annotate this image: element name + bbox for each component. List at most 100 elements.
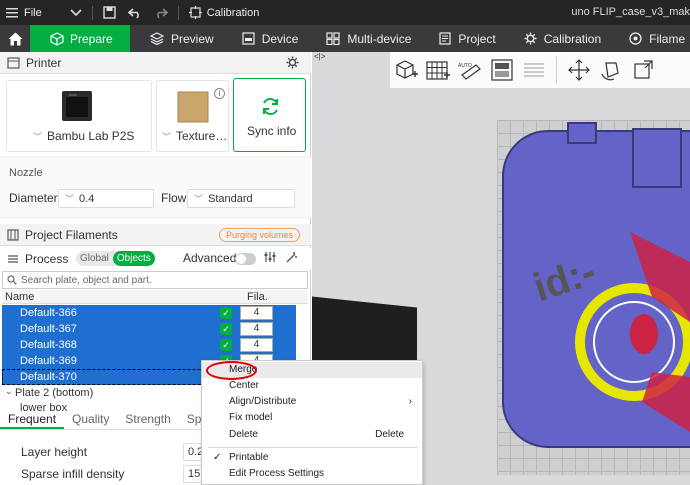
tab-calibration[interactable]: Calibration: [510, 25, 615, 52]
split-layers-button[interactable]: [520, 56, 548, 84]
table-row[interactable]: Default-368 ✓ 4: [2, 337, 296, 353]
tab-multi-device[interactable]: Multi-device: [312, 25, 425, 52]
table-row[interactable]: Default-367 ✓ 4: [2, 321, 296, 337]
sync-info-button[interactable]: Sync info: [233, 78, 306, 152]
tab-preview-label: Preview: [171, 31, 214, 46]
move-tool-button[interactable]: [565, 56, 593, 84]
check-icon[interactable]: ✓: [220, 323, 232, 335]
check-icon: ✓: [213, 452, 222, 463]
arrange-button[interactable]: [488, 56, 516, 84]
save-icon: [103, 6, 116, 19]
model-tab: [632, 128, 682, 188]
menu-item-label: Printable: [229, 452, 269, 463]
filament-select[interactable]: 4: [240, 322, 273, 336]
process-scope-toggle[interactable]: Global Objects: [76, 251, 155, 266]
chevron-down-icon: ﹀: [65, 194, 75, 204]
object-name: Default-366: [20, 307, 77, 319]
diameter-select[interactable]: ﹀ 0.4: [58, 189, 154, 208]
flow-select[interactable]: ﹀ Standard: [187, 189, 295, 208]
tab-multi-device-label: Multi-device: [347, 31, 412, 46]
file-menu[interactable]: File: [0, 0, 48, 25]
save-button[interactable]: [97, 0, 122, 25]
flow-value: Standard: [208, 192, 253, 205]
rotate-tool-button[interactable]: [597, 56, 625, 84]
advanced-toggle[interactable]: [235, 253, 256, 265]
chevron-down-icon: ﹀: [162, 132, 172, 142]
add-object-button[interactable]: [392, 56, 420, 84]
filament-select[interactable]: 4: [240, 338, 273, 352]
menu-item-label: Edit Process Settings: [229, 468, 325, 479]
calibration-button[interactable]: Calibration: [183, 0, 266, 25]
printer-card[interactable]: ﹀ Bambu Lab P2S: [6, 80, 152, 152]
object-table-header: Name Fila.: [2, 290, 308, 304]
plate-label: Plate 2 (bottom): [15, 387, 94, 399]
table-row[interactable]: Default-366 ✓ 4: [2, 305, 296, 321]
compare-icon[interactable]: [264, 251, 276, 263]
menu-item-center[interactable]: Center: [202, 378, 422, 394]
title-bar: File Calibration uno FLIP_case_v3_mak: [0, 0, 690, 25]
home-icon: [8, 32, 22, 45]
multi-device-icon: [326, 32, 340, 45]
add-cube-icon: [396, 60, 418, 79]
global-option[interactable]: Global: [76, 251, 113, 266]
purging-volumes-button[interactable]: Purging volumes: [219, 228, 301, 242]
plate-card[interactable]: i ﹀ Texture…: [156, 80, 229, 152]
sync-info-label: Sync info: [247, 124, 297, 138]
tab-preview[interactable]: Preview: [130, 25, 228, 52]
filament-spool-icon: [629, 32, 642, 45]
undo-button[interactable]: [122, 0, 148, 25]
menu-item-delete[interactable]: Delete Delete: [202, 427, 422, 443]
menu-item-printable[interactable]: ✓ Printable: [202, 450, 422, 466]
printer-section-header: Printer: [0, 52, 311, 74]
home-button[interactable]: [0, 25, 30, 52]
search-placeholder: Search plate, object and part.: [21, 274, 152, 286]
printer-name: Bambu Lab P2S: [47, 129, 135, 143]
tab-filament[interactable]: Filame: [615, 25, 685, 52]
filaments-section-title: Project Filaments: [25, 227, 118, 242]
menu-item-align-distribute[interactable]: Align/Distribute ›: [202, 394, 422, 410]
file-menu-dropdown[interactable]: [64, 0, 88, 25]
menu-item-label: Align/Distribute: [229, 396, 297, 407]
tab-prepare[interactable]: Prepare: [30, 25, 130, 52]
collapse-sidebar-icon[interactable]: <|>: [314, 52, 325, 61]
printer-image-icon: [62, 91, 92, 121]
gear-icon[interactable]: [286, 56, 299, 69]
object-search-input[interactable]: Search plate, object and part.: [2, 271, 308, 289]
tab-device-label: Device: [261, 31, 299, 46]
tab-strength[interactable]: Strength: [117, 411, 178, 429]
project-icon: [439, 32, 452, 45]
auto-orient-button[interactable]: AUTO: [456, 56, 484, 84]
tab-device[interactable]: Device: [228, 25, 313, 52]
check-icon[interactable]: ✓: [220, 339, 232, 351]
tab-quality[interactable]: Quality: [64, 411, 117, 429]
column-name[interactable]: Name: [5, 291, 34, 303]
menu-item-edit-process-settings[interactable]: Edit Process Settings: [202, 466, 422, 482]
check-icon[interactable]: ✓: [220, 307, 232, 319]
add-plate-button[interactable]: [424, 56, 452, 84]
nozzle-panel: [0, 156, 311, 218]
scale-icon: [634, 60, 653, 79]
filament-icon: [7, 228, 19, 241]
object-name: Default-370: [20, 371, 77, 383]
calibration-icon: [188, 6, 202, 19]
chevron-down-icon: [70, 8, 82, 16]
search-icon: [7, 275, 17, 285]
model-tab: [567, 122, 597, 144]
tab-project[interactable]: Project: [425, 25, 509, 52]
column-filament[interactable]: Fila.: [247, 291, 268, 303]
menu-item-fix-model[interactable]: Fix model: [202, 410, 422, 426]
plate-name: Texture…: [176, 129, 228, 143]
device-icon: [242, 32, 255, 45]
diameter-value: 0.4: [79, 192, 95, 205]
objects-option[interactable]: Objects: [112, 251, 155, 266]
redo-button[interactable]: [148, 0, 174, 25]
tab-frequent[interactable]: Frequent: [0, 411, 65, 429]
filament-select[interactable]: 4: [240, 306, 273, 320]
layers-icon: [150, 32, 164, 45]
scale-tool-button[interactable]: [629, 56, 657, 84]
chevron-down-icon: ﹀: [33, 132, 43, 142]
wand-icon[interactable]: [285, 251, 298, 264]
chevron-down-icon[interactable]: ⌄: [5, 386, 13, 397]
process-icon: [8, 255, 18, 263]
info-icon[interactable]: i: [214, 88, 225, 99]
